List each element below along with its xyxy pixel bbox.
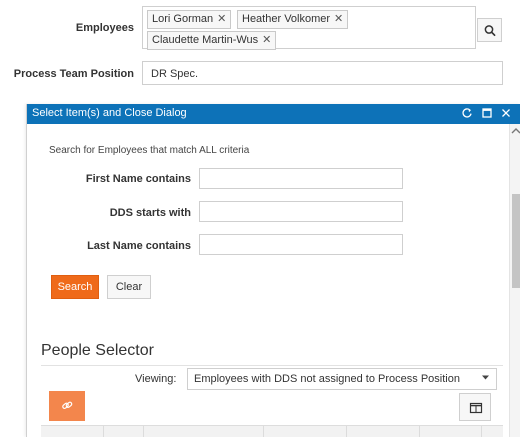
employee-token-label: Lori Gorman <box>152 13 214 25</box>
grid-column-divider <box>481 426 482 437</box>
grid-column-divider <box>346 426 347 437</box>
grid-column-divider <box>419 426 420 437</box>
employees-token-field[interactable]: Lori Gorman ✕ Heather Volkomer ✕ Claudette… <box>142 6 476 50</box>
scroll-up-icon[interactable] <box>510 126 520 139</box>
grid-column-divider <box>103 426 104 437</box>
remove-token-icon[interactable]: ✕ <box>217 13 226 25</box>
maximize-icon[interactable] <box>481 106 493 123</box>
refresh-icon[interactable] <box>461 106 473 123</box>
dds-label: DDS starts with <box>109 207 191 219</box>
employee-token[interactable]: Claudette Martin-Wus ✕ <box>147 31 277 50</box>
columns-icon <box>469 402 483 414</box>
remove-token-icon[interactable]: ✕ <box>334 13 343 25</box>
process-team-position-field[interactable]: DR Spec. <box>142 61 503 85</box>
viewing-select[interactable]: Employees with DDS not assigned to Proce… <box>187 368 497 390</box>
employee-token[interactable]: Lori Gorman ✕ <box>147 10 232 29</box>
viewing-select-value: Employees with DDS not assigned to Proce… <box>194 373 460 385</box>
employee-token-label: Heather Volkomer <box>242 13 331 25</box>
employee-token[interactable]: Heather Volkomer ✕ <box>237 10 349 29</box>
people-selector-heading: People Selector <box>41 342 154 359</box>
clear-button[interactable]: Clear <box>107 275 151 299</box>
search-criteria-text: Search for Employees that match ALL crit… <box>49 145 250 156</box>
grid-column-divider <box>263 426 264 437</box>
section-divider <box>41 365 503 366</box>
grid-column-divider <box>143 426 144 437</box>
search-button[interactable]: Search <box>51 275 99 299</box>
columns-button[interactable] <box>459 393 491 421</box>
remove-token-icon[interactable]: ✕ <box>262 34 271 46</box>
link-icon <box>62 401 73 409</box>
dialog-title: Select Item(s) and Close Dialog <box>32 107 187 119</box>
last-name-label: Last Name contains <box>87 240 191 252</box>
link-button[interactable] <box>49 391 85 421</box>
employee-search-button[interactable] <box>477 18 502 42</box>
chevron-down-icon <box>481 373 490 384</box>
dialog-scrollbar[interactable] <box>509 124 520 437</box>
dds-input[interactable] <box>199 201 403 222</box>
scroll-thumb[interactable] <box>512 194 520 288</box>
process-team-position-label: Process Team Position <box>13 68 134 80</box>
last-name-input[interactable] <box>199 234 403 255</box>
dialog-header: Select Item(s) and Close Dialog <box>27 104 520 124</box>
viewing-label: Viewing: <box>135 373 177 385</box>
people-grid-header <box>41 425 503 437</box>
first-name-input[interactable] <box>199 168 403 189</box>
search-icon <box>484 25 496 37</box>
close-icon[interactable] <box>500 106 512 123</box>
employee-token-label: Claudette Martin-Wus <box>152 34 259 46</box>
employees-label: Employees <box>75 22 134 34</box>
first-name-label: First Name contains <box>85 173 191 185</box>
select-items-dialog: Select Item(s) and Close Dialog Search f… <box>26 104 520 437</box>
